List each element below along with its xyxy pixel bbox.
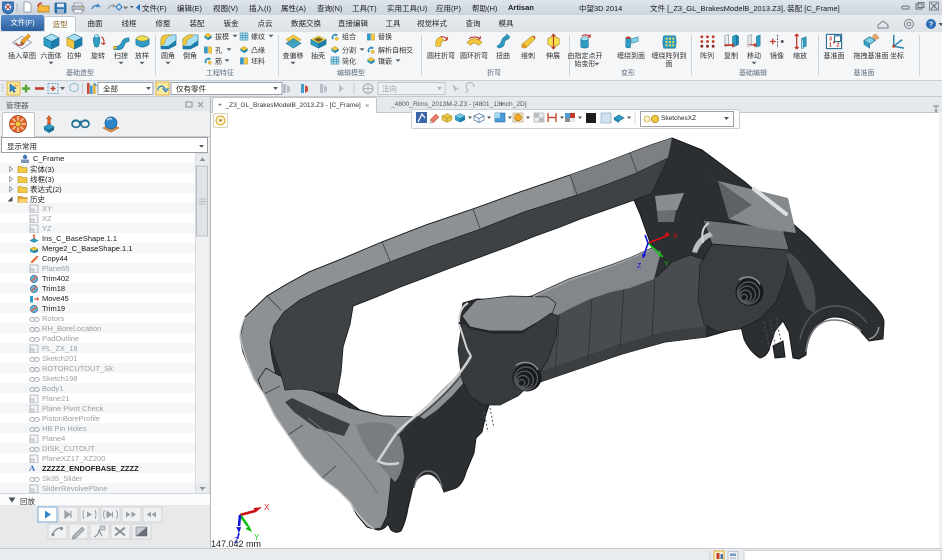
svg-text:旋转: 旋转: [91, 51, 105, 60]
svg-text:六面体: 六面体: [41, 51, 62, 60]
svg-text:工程特征: 工程特征: [206, 68, 234, 77]
svg-text:组合: 组合: [342, 32, 356, 41]
svg-text:X: X: [264, 503, 270, 512]
svg-text:拉伸: 拉伸: [67, 51, 81, 60]
svg-text:仅有零件: 仅有零件: [176, 84, 206, 94]
svg-text:面: 面: [666, 60, 673, 68]
svg-text:维刺: 维刺: [521, 51, 535, 60]
svg-text:圆角: 圆角: [161, 51, 175, 60]
svg-text:替换: 替换: [378, 32, 392, 41]
svg-text:孔: 孔: [215, 47, 222, 55]
svg-text:基准面: 基准面: [854, 68, 875, 77]
svg-text:插入草图: 插入草图: [8, 51, 36, 60]
svg-text:筋: 筋: [215, 57, 222, 66]
svg-text:坯料: 坯料: [251, 57, 265, 66]
svg-text:凸缘: 凸缘: [251, 46, 265, 55]
svg-text:基础编辑: 基础编辑: [739, 68, 767, 77]
svg-text:伸展: 伸展: [546, 51, 560, 60]
svg-text:Z: Z: [637, 263, 642, 270]
svg-text:X: X: [673, 233, 678, 240]
svg-text:变形: 变形: [621, 68, 635, 77]
svg-text:坐标: 坐标: [890, 51, 904, 60]
svg-text:查偏移: 查偏移: [283, 51, 304, 60]
svg-text:镶嵌: 镶嵌: [378, 57, 392, 66]
svg-text:全部: 全部: [103, 84, 118, 94]
svg-text:阵列: 阵列: [700, 51, 714, 60]
svg-text:圆环折弯: 圆环折弯: [460, 51, 488, 60]
svg-text:基础造型: 基础造型: [66, 68, 94, 77]
svg-text:移动: 移动: [747, 51, 761, 60]
svg-text:拖拽基准面: 拖拽基准面: [854, 51, 889, 60]
svg-text:编辑模型: 编辑模型: [337, 68, 365, 77]
svg-text:缠绕阵列到: 缠绕阵列到: [652, 51, 687, 60]
svg-text:147.042 mm: 147.042 mm: [211, 539, 261, 548]
svg-text:法向: 法向: [382, 84, 397, 94]
svg-text:螺纹: 螺纹: [251, 32, 265, 41]
svg-text:基准面: 基准面: [824, 51, 845, 60]
svg-text:缠绕到面: 缠绕到面: [617, 51, 645, 60]
svg-text:抽壳: 抽壳: [311, 51, 325, 60]
svg-text:圆柱折弯: 圆柱折弯: [427, 51, 455, 60]
svg-text:解析自相交: 解析自相交: [378, 46, 413, 55]
svg-text:缩放: 缩放: [793, 51, 807, 60]
svg-text:扫掠: 扫掠: [114, 51, 128, 60]
svg-text:扭曲: 扭曲: [496, 51, 510, 60]
svg-text:倒角: 倒角: [183, 51, 197, 60]
svg-text:由指定点开: 由指定点开: [568, 51, 603, 60]
svg-text:分割: 分割: [342, 46, 356, 55]
svg-text:镜像: 镜像: [770, 51, 784, 60]
svg-text:放样: 放样: [135, 51, 149, 60]
svg-text:Y: Y: [664, 261, 669, 268]
svg-text:?: ?: [929, 22, 933, 29]
svg-text:折弯: 折弯: [487, 68, 501, 77]
svg-text:简化: 简化: [342, 57, 356, 66]
svg-text:复制: 复制: [724, 51, 738, 60]
svg-text:拔模: 拔模: [215, 32, 229, 41]
svg-text:始变形: 始变形: [575, 59, 596, 68]
